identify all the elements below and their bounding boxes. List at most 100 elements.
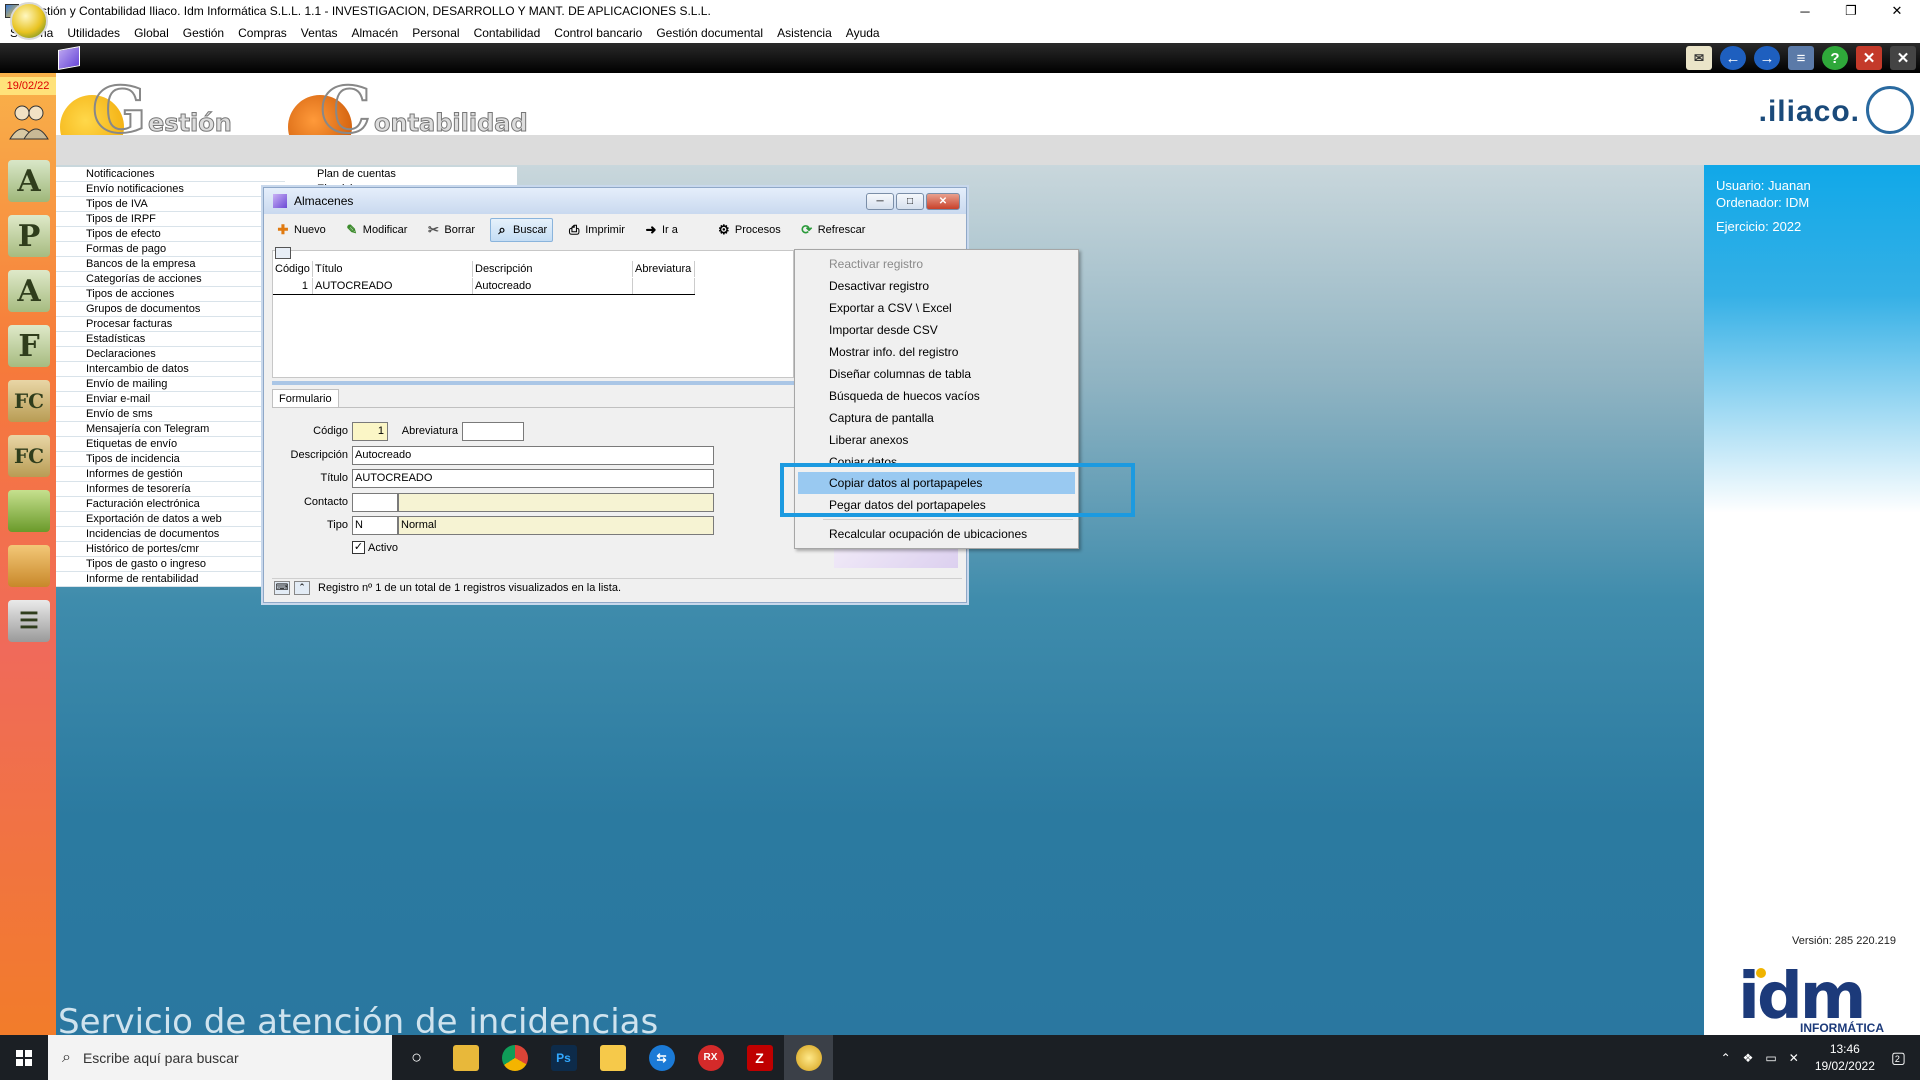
clock[interactable]: 13:46 19/02/2022 [1805, 1041, 1885, 1075]
borrar-button[interactable]: ✂ Borrar [422, 218, 480, 242]
ir-a-button[interactable]: ➜ Ir a [640, 218, 683, 242]
back-arrow-icon[interactable]: ← [1720, 46, 1746, 70]
column-codigo[interactable]: Código [273, 261, 313, 277]
menu-control-bancario[interactable]: Control bancario [547, 26, 649, 40]
start-button[interactable] [0, 1035, 48, 1080]
menu-ventas[interactable]: Ventas [294, 26, 345, 40]
dialog-titlebar[interactable]: Almacenes ─ □ ✕ [264, 188, 966, 214]
teamviewer-icon[interactable]: ⇆ [637, 1035, 686, 1080]
chevron-up-icon[interactable]: ⌃ [1715, 1051, 1737, 1065]
ctx-mostrar-info[interactable]: Mostrar info. del registro [798, 341, 1075, 363]
menu-item[interactable]: Categorías de acciones [56, 272, 285, 287]
close-window-icon[interactable]: ✕ [1856, 46, 1882, 70]
menu-gestion-documental[interactable]: Gestión documental [649, 26, 770, 40]
menu-item[interactable]: Histórico de portes/cmr [56, 542, 285, 557]
ctx-exportar-csv[interactable]: Exportar a CSV \ Excel [798, 297, 1075, 319]
menu-item[interactable]: Plan de cuentas [285, 167, 517, 182]
tab-formulario[interactable]: Formulario [272, 389, 339, 407]
task-view-icon[interactable]: ○ [392, 1035, 441, 1080]
modificar-button[interactable]: ✎ Modificar [341, 218, 413, 242]
package-icon[interactable] [8, 545, 50, 587]
menu-item[interactable]: Tipos de incidencia [56, 452, 285, 467]
a-stack-icon[interactable]: A [8, 160, 50, 202]
cube-icon[interactable] [58, 46, 80, 70]
file-explorer-pinned-icon[interactable] [441, 1035, 490, 1080]
grid-options-icon[interactable] [275, 247, 291, 259]
help-icon[interactable]: ? [1822, 46, 1848, 70]
menu-item[interactable]: Tipos de gasto o ingreso [56, 557, 285, 572]
menu-item[interactable]: Intercambio de datos [56, 362, 285, 377]
imprimir-button[interactable]: ⎙ Imprimir [563, 218, 630, 242]
activo-checkbox[interactable]: ✓ [352, 541, 365, 554]
menu-item[interactable]: Exportación de datos a web [56, 512, 285, 527]
menu-contabilidad[interactable]: Contabilidad [467, 26, 548, 40]
menu-personal[interactable]: Personal [405, 26, 466, 40]
buscar-button[interactable]: ⌕ Buscar [489, 218, 554, 242]
ctx-reactivar-registro[interactable]: Reactivar registro [798, 253, 1075, 275]
menu-item[interactable]: Procesar facturas [56, 317, 285, 332]
menu-item[interactable]: Declaraciones [56, 347, 285, 362]
menu-item[interactable]: Mensajería con Telegram [56, 422, 285, 437]
a-icon[interactable]: A [8, 270, 50, 312]
menu-asistencia[interactable]: Asistencia [770, 26, 839, 40]
dialog-minimize-button[interactable]: ─ [866, 193, 894, 210]
codigo-field[interactable]: 1 [352, 422, 388, 441]
speaker-muted-icon[interactable]: ✕ [1783, 1051, 1805, 1065]
keyboard-icon[interactable]: ⌨ [274, 580, 290, 595]
descripcion-field[interactable]: Autocreado [352, 446, 714, 465]
mail-icon[interactable]: ✉ [1686, 46, 1712, 70]
abreviatura-field[interactable] [462, 422, 524, 441]
menu-item[interactable]: Envío de sms [56, 407, 285, 422]
ctx-liberar-anexos[interactable]: Liberar anexos [798, 429, 1075, 451]
users-icon[interactable] [8, 100, 50, 142]
restore-button[interactable]: ❐ [1828, 0, 1874, 22]
menu-item[interactable]: Incidencias de documentos [56, 527, 285, 542]
iliaco-app-icon[interactable] [784, 1035, 833, 1080]
menu-item[interactable]: Tipos de IRPF [56, 212, 285, 227]
menu-item[interactable]: Tipos de acciones [56, 287, 285, 302]
folder-icon[interactable] [588, 1035, 637, 1080]
menu-item[interactable]: Tipos de efecto [56, 227, 285, 242]
fc-icon[interactable]: FC [8, 380, 50, 422]
contacto-code-field[interactable] [352, 493, 398, 512]
menu-item[interactable]: Informes de gestión [56, 467, 285, 482]
menu-item[interactable]: Envío de mailing [56, 377, 285, 392]
menu-item[interactable]: Notificaciones [56, 167, 285, 182]
menu-item[interactable]: Informe de rentabilidad [56, 572, 285, 587]
menu-item[interactable]: Bancos de la empresa [56, 257, 285, 272]
box-icon[interactable] [8, 490, 50, 532]
ctx-captura-pantalla[interactable]: Captura de pantalla [798, 407, 1075, 429]
table-row[interactable]: 1 AUTOCREADO Autocreado [273, 278, 695, 295]
minimize-button[interactable]: ─ [1782, 0, 1828, 22]
menu-item[interactable]: Formas de pago [56, 242, 285, 257]
notifications-icon[interactable]: ▢ 2 [1885, 1048, 1920, 1068]
ctx-recalcular-ocupacion[interactable]: Recalcular ocupación de ubicaciones [798, 523, 1075, 545]
close-button[interactable]: ✕ [1874, 0, 1920, 22]
chevron-up-icon[interactable]: ⌃ [294, 580, 310, 595]
menu-item[interactable]: Envío notificaciones [56, 182, 285, 197]
column-abreviatura[interactable]: Abreviatura [633, 261, 695, 277]
column-titulo[interactable]: Título [313, 261, 473, 277]
ctx-busqueda-huecos[interactable]: Búsqueda de huecos vacíos [798, 385, 1075, 407]
menu-gestion[interactable]: Gestión [176, 26, 231, 40]
menu-item[interactable]: Estadísticas [56, 332, 285, 347]
exit-icon[interactable]: ✕ [1890, 46, 1916, 70]
ctx-desactivar-registro[interactable]: Desactivar registro [798, 275, 1075, 297]
app-orb-icon[interactable] [10, 2, 48, 40]
menu-item[interactable]: Informes de tesorería [56, 482, 285, 497]
menu-utilidades[interactable]: Utilidades [60, 26, 127, 40]
ctx-disenar-columnas[interactable]: Diseñar columnas de tabla [798, 363, 1075, 385]
refrescar-button[interactable]: ⟳ Refrescar [796, 218, 871, 242]
chrome-icon[interactable] [490, 1035, 539, 1080]
ctx-importar-csv[interactable]: Importar desde CSV [798, 319, 1075, 341]
menu-item[interactable]: Enviar e-mail [56, 392, 285, 407]
fc2-icon[interactable]: FC [8, 435, 50, 477]
window-list-icon[interactable]: ≡ [1788, 46, 1814, 70]
menu-almacen[interactable]: Almacén [345, 26, 406, 40]
menu-item[interactable]: Facturación electrónica [56, 497, 285, 512]
tipo-code-field[interactable]: N [352, 516, 398, 535]
photoshop-icon[interactable]: Ps [539, 1035, 588, 1080]
menu-item[interactable]: Tipos de IVA [56, 197, 285, 212]
procesos-button[interactable]: ⚙ Procesos [713, 218, 786, 242]
f-icon[interactable]: F [8, 325, 50, 367]
